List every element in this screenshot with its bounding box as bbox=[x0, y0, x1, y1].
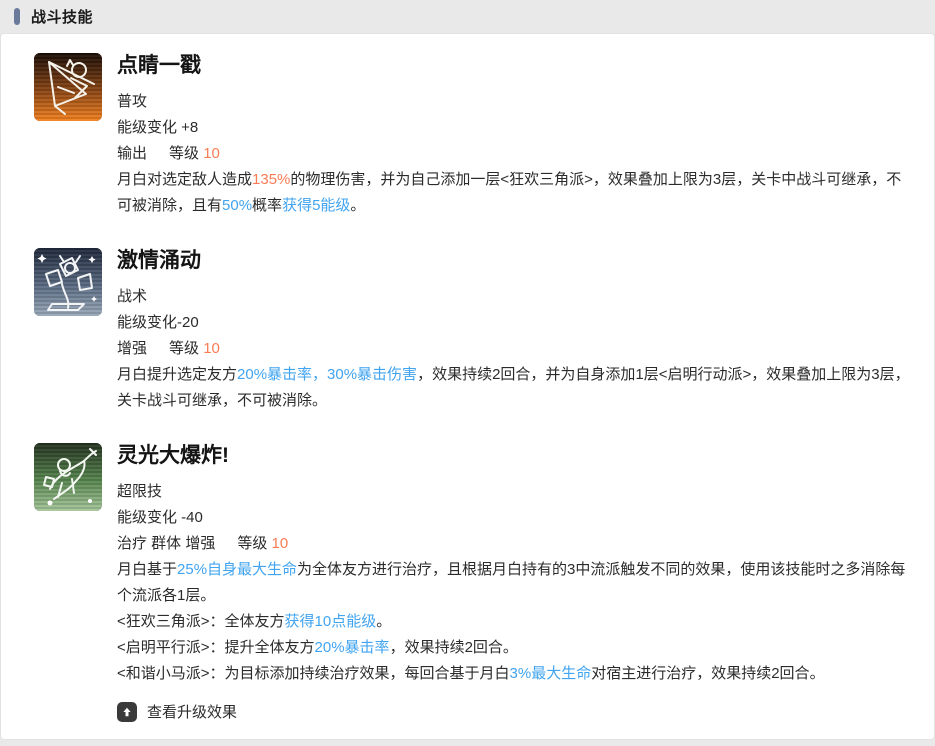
skill-icon-basic-attack bbox=[34, 53, 102, 121]
text-segment: 。 bbox=[376, 613, 391, 630]
skill-block-tactic: 激情涌动 战术 能级变化-20 增强 等级 10 月白提升选定友方20%暴击率，3… bbox=[34, 248, 918, 414]
accent-bar bbox=[14, 8, 20, 25]
text-segment: 概率 bbox=[252, 197, 282, 214]
inline-link[interactable]: 20%暴击率 bbox=[315, 639, 390, 656]
text-segment: <启明平行派>：提升全体友方 bbox=[117, 639, 315, 656]
inline-link[interactable]: 获得5能级 bbox=[282, 197, 350, 214]
skill-art-bull-papers bbox=[34, 248, 102, 316]
description-line: <狂欢三角派>：全体友方获得10点能级。 bbox=[117, 609, 916, 635]
skill-energy: 能级变化-20 bbox=[117, 310, 916, 336]
view-upgrade-effects-button[interactable]: 查看升级效果 bbox=[117, 701, 237, 722]
skill-block-ultimate: 灵光大爆炸! 超限技 能级变化 -40 治疗 群体 增强 等级 10 月白基于25… bbox=[34, 443, 918, 723]
section-header: 战斗技能 bbox=[0, 0, 935, 33]
skill-name: 灵光大爆炸! bbox=[117, 444, 916, 468]
level-value: 10 bbox=[272, 535, 289, 552]
skill-icon-ultimate bbox=[34, 443, 102, 511]
text-segment: <和谐小马派>：为目标添加持续治疗效果，每回合基于月白 bbox=[117, 665, 510, 682]
description-line: 月白基于25%自身最大生命为全体友方进行治疗，且根据月白持有的3中流派触发不同的… bbox=[117, 557, 916, 609]
view-upgrade-effects-label: 查看升级效果 bbox=[147, 701, 237, 722]
skill-tags: 治疗 群体 增强 bbox=[117, 535, 215, 552]
skill-type: 超限技 bbox=[117, 479, 916, 505]
inline-link[interactable]: 20%暴击率，30%暴击伤害 bbox=[237, 366, 417, 383]
inline-link[interactable]: 50% bbox=[222, 197, 252, 214]
level-value: 10 bbox=[203, 340, 220, 357]
skill-name: 点睛一戳 bbox=[117, 54, 916, 78]
text-segment: 对宿主进行治疗，效果持续2回合。 bbox=[591, 665, 824, 682]
skill-block-basic-attack: 点睛一戳 普攻 能级变化 +8 输出 等级 10 月白对选定敌人造成135%的物理… bbox=[34, 53, 918, 219]
text-segment: 月白基于 bbox=[117, 561, 177, 578]
skill-tags: 增强 bbox=[117, 340, 147, 357]
text-segment: <狂欢三角派>：全体友方 bbox=[117, 613, 285, 630]
description-line: 月白对选定敌人造成135%的物理伤害，并为自己添加一层<狂欢三角派>，效果叠加上… bbox=[117, 167, 916, 219]
skill-body: 点睛一戳 普攻 能级变化 +8 输出 等级 10 月白对选定敌人造成135%的物理… bbox=[117, 53, 918, 219]
level-value: 10 bbox=[203, 145, 220, 162]
level-label: 等级 bbox=[169, 340, 199, 357]
inline-link[interactable]: 获得10点能级 bbox=[285, 613, 377, 630]
description-line: 月白提升选定友方20%暴击率，30%暴击伤害，效果持续2回合，并为自身添加1层<… bbox=[117, 362, 916, 414]
skill-tags-level: 输出 等级 10 bbox=[117, 141, 916, 167]
skills-card: 点睛一戳 普攻 能级变化 +8 输出等级 10 月白对选定敌人造成135%的物理… bbox=[0, 33, 935, 740]
skill-art-bow-figure bbox=[34, 53, 102, 121]
level-label: 等级 bbox=[237, 535, 267, 552]
skill-tags: 输出 bbox=[117, 145, 147, 162]
skill-description: 月白提升选定友方20%暴击率，30%暴击伤害，效果持续2回合，并为自身添加1层<… bbox=[117, 362, 916, 414]
text-segment: 135% bbox=[252, 171, 290, 188]
skill-description: 月白对选定敌人造成135%的物理伤害，并为自己添加一层<狂欢三角派>，效果叠加上… bbox=[117, 167, 916, 219]
inline-link[interactable]: 3%最大生命 bbox=[510, 665, 592, 682]
skill-icon-tactic bbox=[34, 248, 102, 316]
skill-body: 灵光大爆炸! 超限技 能级变化 -40 治疗 群体 增强 等级 10 月白基于25… bbox=[117, 443, 918, 723]
text-segment: ，效果持续2回合。 bbox=[390, 639, 518, 656]
skill-tags-level: 治疗 群体 增强 等级 10 bbox=[117, 531, 916, 557]
skill-name: 激情涌动 bbox=[117, 249, 916, 273]
skill-tags-level: 增强 等级 10 bbox=[117, 336, 916, 362]
section-title: 战斗技能 bbox=[31, 6, 93, 27]
skill-description: 月白基于25%自身最大生命为全体友方进行治疗，且根据月白持有的3中流派触发不同的… bbox=[117, 557, 916, 687]
skill-art-horse-rider bbox=[34, 443, 102, 511]
text-segment: 月白提升选定友方 bbox=[117, 366, 237, 383]
text-segment: 。 bbox=[350, 197, 365, 214]
skill-type: 普攻 bbox=[117, 89, 916, 115]
text-segment: 月白对选定敌人造成 bbox=[117, 171, 252, 188]
inline-link[interactable]: 25%自身最大生命 bbox=[177, 561, 297, 578]
description-line: <和谐小马派>：为目标添加持续治疗效果，每回合基于月白3%最大生命对宿主进行治疗… bbox=[117, 661, 916, 687]
arrow-up-icon bbox=[117, 702, 137, 722]
description-line: <启明平行派>：提升全体友方20%暴击率，效果持续2回合。 bbox=[117, 635, 916, 661]
skill-energy: 能级变化 +8 bbox=[117, 115, 916, 141]
skill-body: 激情涌动 战术 能级变化-20 增强 等级 10 月白提升选定友方20%暴击率，3… bbox=[117, 248, 918, 414]
level-label: 等级 bbox=[169, 145, 199, 162]
skill-type: 战术 bbox=[117, 284, 916, 310]
skill-energy: 能级变化 -40 bbox=[117, 505, 916, 531]
